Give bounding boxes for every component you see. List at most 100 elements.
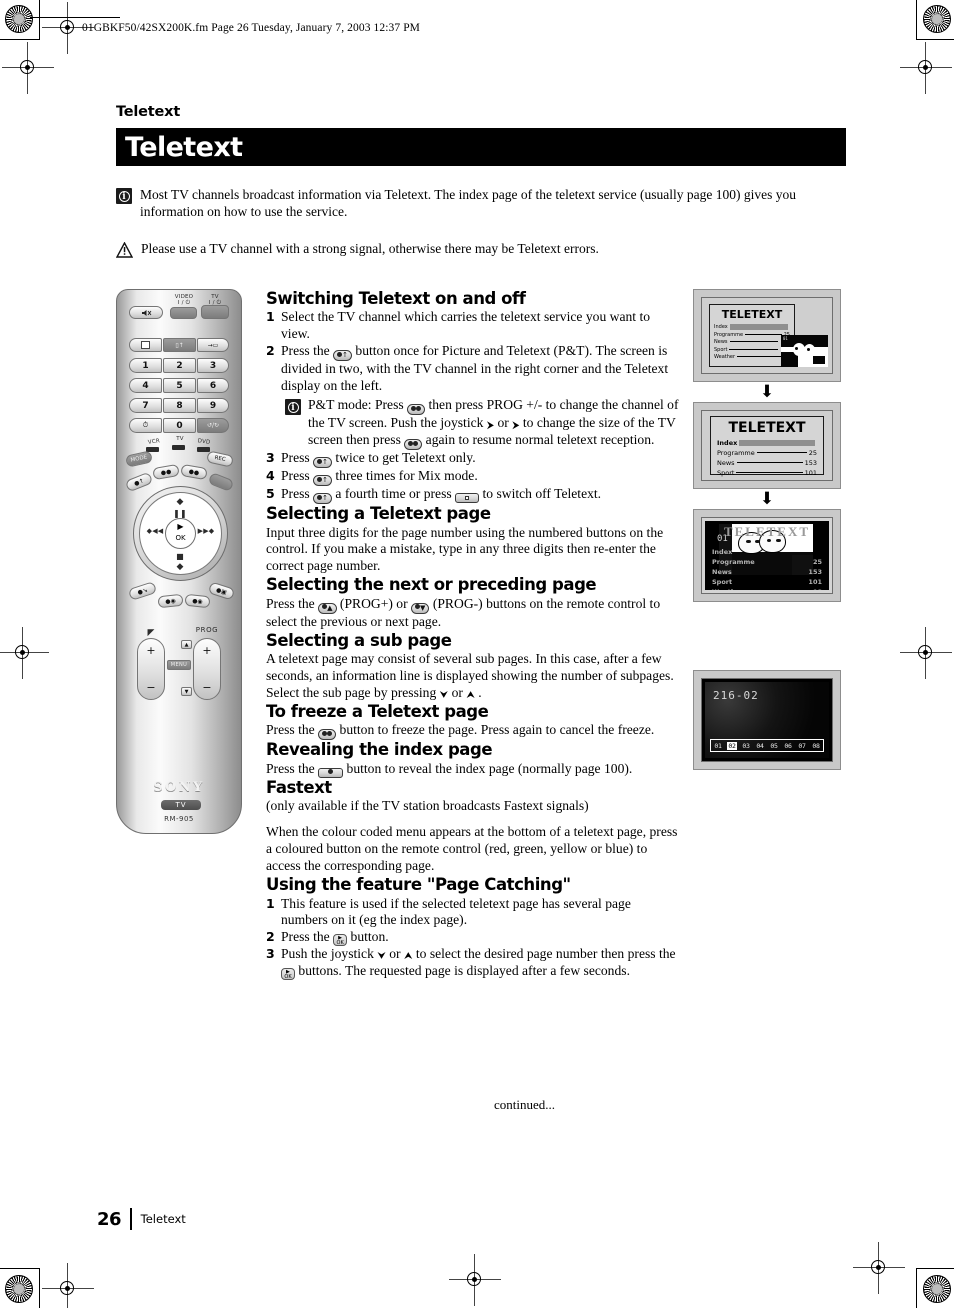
page-catching-steps-list: 1 This feature is used if the selected t… (266, 896, 681, 981)
jump-button: ↺/↻ (197, 418, 229, 433)
teletext-off-button-glyph (455, 493, 480, 504)
freeze-part2: button to freeze the page. Press again t… (339, 722, 655, 738)
heading-fastext: Fastext (266, 777, 332, 797)
step-text-post: button. (350, 929, 389, 945)
teletext-row-value: 101 (808, 578, 822, 586)
volume-down-label: − (146, 681, 156, 694)
step-text-pre: Press the (281, 343, 330, 359)
step-text-post: buttons. The requested page is displayed… (298, 963, 630, 979)
prog-down-button-glyph: ▼ (411, 602, 430, 614)
sony-logo: SONY (153, 780, 205, 795)
teletext-row-value: 153 (804, 459, 817, 467)
number-key-1: 1 (129, 358, 162, 373)
step-text-pre: Press (281, 468, 310, 484)
subpage-cell-02: 02 (727, 741, 737, 750)
heading-sub-page: Selecting a sub page (266, 630, 452, 650)
registration-cross-top-center (42, 2, 94, 54)
teletext-row-label: Sport (712, 578, 733, 586)
teletext-mode-button: ●↑ (124, 471, 154, 493)
subpage-cell-03: 03 (742, 741, 750, 750)
next-prev-part1: Press the (266, 595, 315, 611)
subpage-indicator-bar: 01 02 03 04 05 06 07 08 (710, 739, 824, 752)
teletext-row-label: Index (712, 548, 733, 556)
joystick-down-icon: ◆ (176, 562, 184, 572)
pt-mode-note-body: P&T mode: Press then press PROG +/- to c… (308, 397, 681, 451)
dvd-indicator-led (197, 447, 210, 452)
number-key-5: 5 (163, 378, 196, 393)
teletext-row-sport: Sport 101 (712, 578, 822, 586)
freeze-page-text: Press the button to freeze the page. Pre… (266, 722, 681, 741)
step-text: This feature is used if the selected tel… (281, 895, 631, 928)
switching-steps-list: 1 Select the TV channel which carries th… (266, 309, 681, 505)
heading-selecting-page: Selecting a Teletext page (266, 504, 491, 524)
teletext-button-glyph: ↑ (313, 493, 332, 505)
footer-section-name: Teletext (140, 1212, 186, 1226)
teletext-row-label: Index (717, 439, 738, 447)
heading-freeze-page: To freeze a Teletext page (266, 701, 489, 721)
number-key-7: 7 (129, 398, 162, 413)
selecting-page-text: Input three digits for the page number u… (266, 524, 664, 574)
heading-switching-teletext: Switching Teletext on and off (266, 289, 526, 308)
subpage-cell-08: 08 (812, 741, 820, 750)
sub-page-select-pre: Select the sub page by pressing (266, 685, 437, 701)
warning-note-text: Please use a TV channel with a strong si… (141, 241, 599, 256)
teletext-hold-button: ●● (180, 463, 208, 481)
teletext-row-news: News 153 (717, 459, 817, 467)
pt-note-part3: or (497, 415, 509, 431)
footer-page-number: 26 (97, 1208, 122, 1230)
page-title: Teletext (125, 131, 243, 163)
registration-cross-left-middle (0, 627, 49, 679)
registration-cross-top-left (2, 42, 54, 94)
step-text-mid: or (389, 946, 401, 962)
info-icon: i (116, 188, 132, 204)
ok-button: ▶ OK (165, 518, 196, 549)
step-text-post: twice to get Teletext only. (335, 450, 476, 466)
subpage-page-number: 216-02 (713, 689, 759, 702)
step-number: 1 (266, 895, 275, 911)
mode-button: MODE (125, 450, 153, 468)
registration-cross-right-middle (900, 627, 952, 679)
tv-screen-subpage: 216-02 01 02 03 04 05 06 07 08 (693, 670, 841, 770)
teletext-row-label: Weather (712, 588, 743, 590)
teletext-row-index: Index (717, 439, 817, 447)
page-footer: 26 Teletext (97, 1208, 186, 1230)
file-info-line: 01GBKF50/42SX200K.fm Page 26 Tuesday, Ja… (82, 22, 421, 34)
teletext-row-index: Index (712, 548, 822, 556)
switching-step-4: 4 Press ↑ three times for Mix mode. (266, 468, 681, 487)
teletext-toggle-button: ▯↑ (163, 338, 196, 352)
prog-rocker: + − (193, 638, 221, 700)
volume-rocker: + − (137, 638, 165, 700)
teletext-row-value: 101 (804, 469, 817, 477)
document-page: 01GBKF50/42SX200K.fm Page 26 Tuesday, Ja… (0, 0, 954, 1308)
heading-page-catching: Using the feature "Page Catching" (266, 875, 571, 895)
teletext-row-label: News (712, 568, 732, 576)
fastext-yellow-button: ●◉ (184, 593, 211, 609)
step-number: 5 (266, 486, 275, 502)
teletext-row-programme: Programme 25 (717, 449, 817, 457)
number-key-4: 4 (129, 378, 162, 393)
continued-label: continued... (494, 1097, 556, 1112)
sub-page-text: A teletext page may consist of several s… (266, 651, 674, 684)
ok-button-glyph: OK (281, 968, 295, 981)
step-text-pre: Press (281, 486, 310, 502)
registration-cross-bottom-center (449, 1254, 501, 1306)
info-icon: i (285, 399, 301, 416)
menu-button: MENU (167, 660, 191, 670)
teletext-row-label: News (714, 339, 728, 345)
reveal-index-text: Press the button to reveal the index pag… (266, 761, 681, 778)
volume-label-icon: ◤ (147, 628, 155, 638)
fastext-subtitle: (only available if the TV station broadc… (266, 798, 589, 814)
teletext-row-news: News 153 (714, 339, 790, 345)
mix-page-number: 01 (717, 534, 728, 544)
subpage-screen: 216-02 01 02 03 04 05 06 07 08 (705, 682, 829, 758)
step-number: 2 (266, 343, 275, 359)
prog-up-label: + (202, 644, 212, 657)
tv-power-button (201, 305, 229, 319)
teletext-reveal-button: ●● (152, 463, 180, 481)
number-key-0: 0 (163, 418, 196, 433)
teletext-panel-1-title: TELETEXT (721, 308, 783, 321)
step-number: 4 (266, 468, 275, 484)
flow-arrow-1: ⬇ (759, 382, 775, 401)
tv-screen-illustrations: TELETEXT Index Programme 25 (693, 289, 845, 770)
heading-reveal-index: Revealing the index page (266, 740, 493, 760)
